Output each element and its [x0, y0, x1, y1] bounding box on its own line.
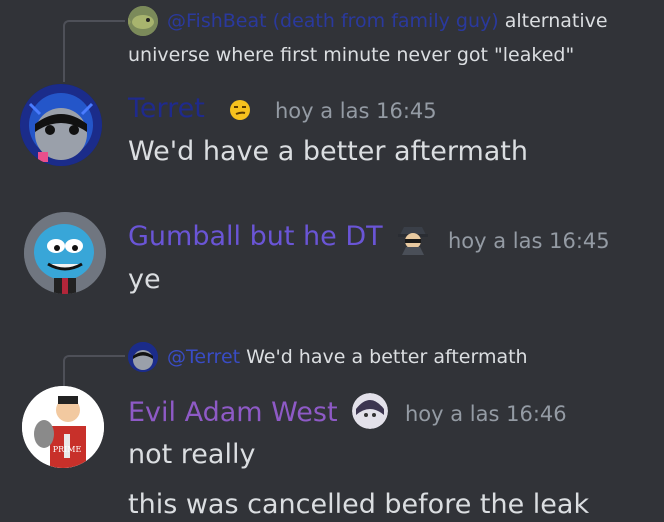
reply-connector [63, 20, 125, 82]
author-name[interactable]: Gumball but he DT [128, 220, 383, 254]
avatar[interactable]: PRIME [22, 386, 104, 468]
message-text: this was cancelled before the leak [128, 489, 590, 520]
reply-connector [63, 355, 125, 389]
reply-mention[interactable]: @Terret [167, 346, 240, 368]
author-name[interactable]: Terret [128, 92, 205, 126]
avatar[interactable] [24, 212, 106, 294]
author-name[interactable]: Evil Adam West [128, 396, 338, 430]
message-text: ye [128, 264, 161, 295]
message-text: not really [128, 439, 256, 470]
reply-text[interactable]: We'd have a better aftermath [246, 346, 527, 368]
avatar-label: PRIME [53, 445, 82, 454]
smirk-emoji-icon [229, 99, 251, 121]
reply-mention[interactable]: @FishBeat (death from family guy) [167, 10, 499, 32]
timestamp[interactable]: hoy a las 16:45 [448, 226, 610, 256]
spy-emoji-icon [396, 221, 430, 255]
timestamp[interactable]: hoy a las 16:45 [275, 96, 437, 126]
terret-avatar-icon[interactable] [128, 342, 158, 372]
timestamp[interactable]: hoy a las 16:46 [405, 399, 567, 429]
reply-text-continued[interactable]: universe where first minute never got "l… [128, 38, 574, 72]
dark-face-badge-icon [352, 393, 388, 429]
reply-header[interactable]: @FishBeat (death from family guy) altern… [167, 4, 608, 38]
fish-avatar-icon[interactable] [128, 6, 158, 36]
avatar[interactable] [20, 84, 102, 166]
message-text: We'd have a better aftermath [128, 136, 528, 167]
reply-text[interactable]: alternative [505, 10, 608, 32]
reply-header[interactable]: @Terret We'd have a better aftermath [167, 340, 528, 374]
